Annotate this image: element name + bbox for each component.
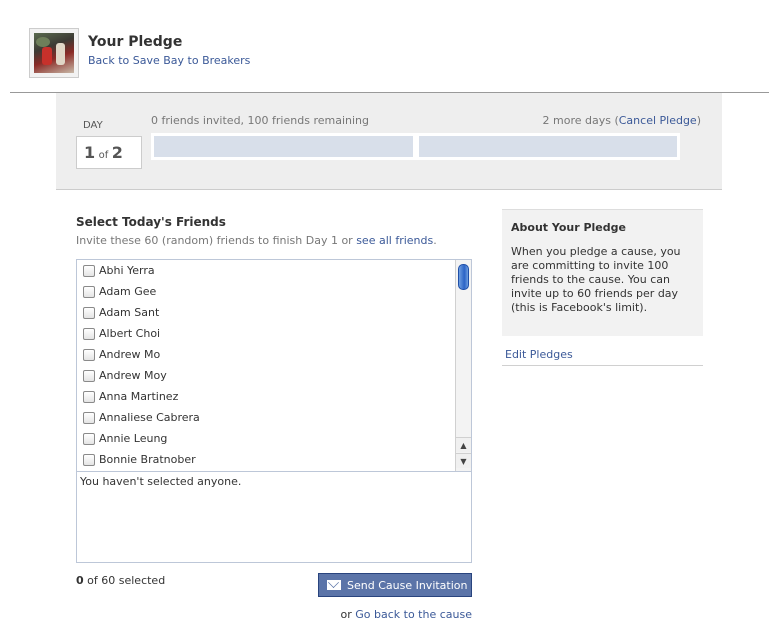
select-friends-title: Select Today's Friends (76, 215, 226, 229)
day-progress-bars (151, 133, 680, 160)
friend-name: Albert Choi (99, 327, 161, 340)
day-2-progress-bar (418, 136, 677, 157)
cancel-pledge-link[interactable]: Cancel Pledge (619, 114, 697, 127)
send-button-label: Send Cause Invitation (347, 578, 468, 592)
page-title: Your Pledge (88, 34, 183, 50)
friend-name: Adam Gee (99, 285, 157, 298)
friend-checkbox[interactable] (83, 411, 95, 424)
friend-name: Abhi Yerra (99, 264, 155, 277)
day-total: 2 (111, 143, 123, 162)
friend-name: Andrew Moy (99, 369, 167, 382)
envelope-icon (327, 580, 341, 590)
about-pledge-box: About Your Pledge When you pledge a caus… (502, 209, 703, 336)
friend-row[interactable]: Annaliese Cabrera (77, 407, 471, 428)
selected-count-number: 0 (76, 574, 84, 587)
friend-name: Annie Leung (99, 432, 168, 445)
cause-photo (34, 33, 74, 73)
friend-name: Annaliese Cabrera (99, 411, 200, 424)
day-count: 1 of 2 (76, 137, 142, 169)
friend-checkbox[interactable] (83, 306, 95, 319)
friend-row[interactable]: Adam Sant (77, 302, 471, 323)
invite-status: 0 friends invited, 100 friends remaining (151, 114, 369, 127)
see-all-friends-link[interactable]: see all friends (356, 234, 433, 247)
days-left-text: 2 more days ( (542, 114, 619, 127)
friend-name: Andrew Mo (99, 348, 161, 361)
select-friends-section: Select Today's Friends Invite these 60 (… (76, 215, 472, 247)
friend-checkbox[interactable] (83, 390, 95, 403)
friend-list-scrollbar[interactable]: ▲ ▼ (455, 260, 471, 471)
friend-row[interactable]: Andrew Mo (77, 344, 471, 365)
subtitle-end: . (433, 234, 437, 247)
go-back-to-cause-link[interactable]: Go back to the cause (355, 608, 472, 621)
friend-checkbox[interactable] (83, 327, 95, 340)
day-counter: DAY 1 of 2 (76, 113, 142, 169)
friend-row[interactable]: Andrew Moy (77, 365, 471, 386)
select-friends-subtitle: Invite these 60 (random) friends to fini… (76, 234, 472, 247)
go-back-line: or Go back to the cause (341, 608, 473, 621)
friend-checkbox[interactable] (83, 432, 95, 445)
friend-row[interactable]: Abhi Yerra (77, 260, 471, 281)
days-remaining: 2 more days (Cancel Pledge) (543, 114, 702, 127)
friend-name: Anna Martinez (99, 390, 179, 403)
send-cause-invitation-button[interactable]: Send Cause Invitation (318, 573, 472, 597)
friend-checkbox[interactable] (83, 369, 95, 382)
day-1-progress-bar (154, 136, 413, 157)
selected-count: 0 of 60 selected (76, 574, 165, 587)
subtitle-text: Invite these 60 (random) friends to fini… (76, 234, 357, 247)
edit-pledges-link[interactable]: Edit Pledges (502, 348, 703, 366)
days-left-close: ) (696, 114, 701, 127)
day-current: 1 (84, 143, 96, 162)
about-pledge-title: About Your Pledge (511, 221, 626, 234)
friend-checkbox[interactable] (83, 348, 95, 361)
selected-count-text: of 60 selected (83, 574, 166, 587)
friend-checkbox[interactable] (83, 453, 95, 466)
friend-checkbox[interactable] (83, 285, 95, 298)
friend-list[interactable]: Abhi Yerra Adam Gee Adam Sant Albert Choi An… (76, 259, 472, 471)
scroll-up-arrow-icon[interactable]: ▲ (456, 437, 471, 452)
day-label: DAY (76, 113, 142, 137)
back-to-cause-link[interactable]: Back to Save Bay to Breakers (88, 54, 250, 67)
friend-name: Bonnie Bratnober (99, 453, 196, 466)
scrollbar-thumb[interactable] (458, 264, 469, 290)
friend-row[interactable]: Anna Martinez (77, 386, 471, 407)
scroll-down-arrow-icon[interactable]: ▼ (456, 453, 471, 468)
cause-thumbnail[interactable] (29, 28, 79, 78)
pledge-progress-panel: DAY 1 of 2 0 friends invited, 100 friend… (56, 93, 722, 190)
friend-row[interactable]: Bonnie Bratnober (77, 449, 471, 470)
selected-friends-box: You haven't selected anyone. (76, 471, 472, 563)
go-back-prefix: or (340, 608, 356, 621)
about-pledge-text: When you pledge a cause, you are committ… (511, 245, 681, 314)
friend-name: Adam Sant (99, 306, 160, 319)
day-of: of (98, 150, 109, 161)
friend-checkbox[interactable] (83, 264, 95, 277)
friend-row[interactable]: Adam Gee (77, 281, 471, 302)
friend-row[interactable]: Albert Choi (77, 323, 471, 344)
friend-row[interactable]: Annie Leung (77, 428, 471, 449)
